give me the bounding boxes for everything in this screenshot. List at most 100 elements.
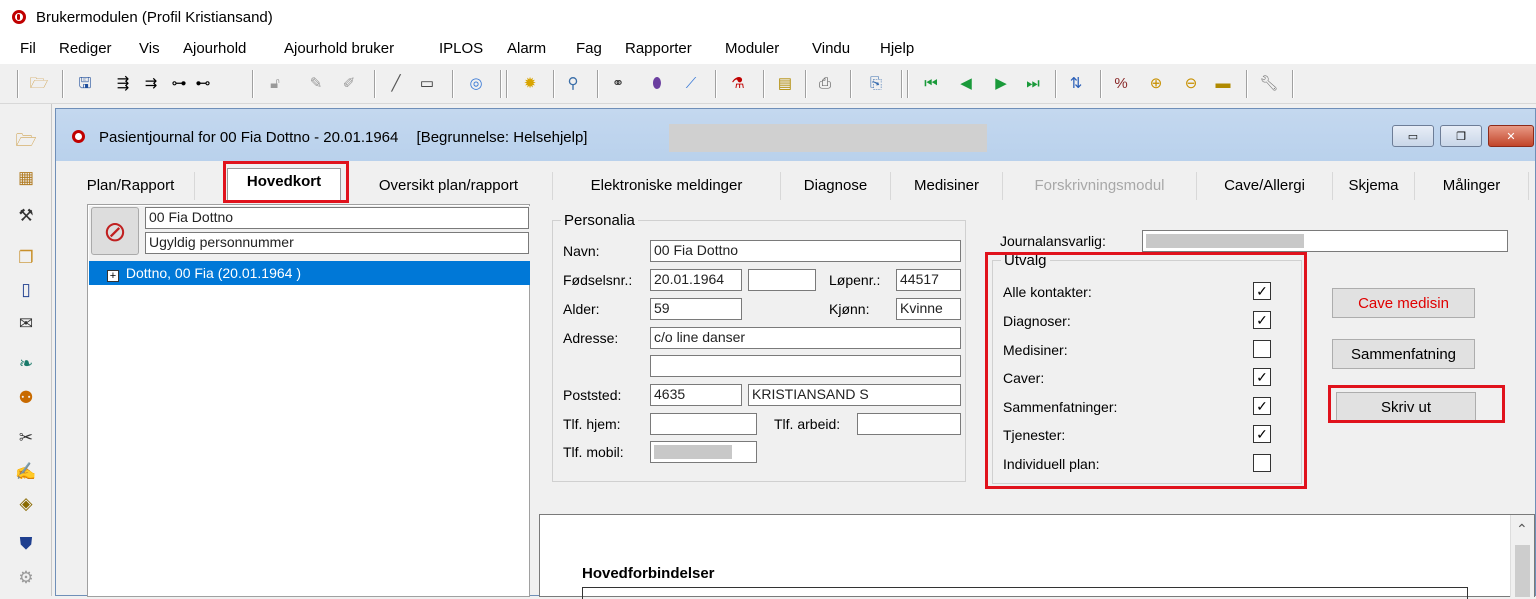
adresse2-field[interactable] xyxy=(650,355,961,377)
card-icon[interactable]: ▭ xyxy=(416,72,438,94)
tab-skjema[interactable]: Skjema xyxy=(1333,172,1415,200)
book-icon[interactable]: ❧ xyxy=(14,352,38,376)
journalansvarlig-field[interactable] xyxy=(1142,230,1508,252)
tab-plan-rapport[interactable]: Plan/Rapport xyxy=(67,172,195,200)
pens-icon[interactable]: ✐ xyxy=(338,72,360,94)
percent-icon[interactable]: % xyxy=(1110,72,1132,94)
tab-malinger[interactable]: Målinger xyxy=(1415,172,1529,200)
menu-iplos[interactable]: IPLOS xyxy=(439,40,483,57)
calendar-icon[interactable]: ▦ xyxy=(14,166,38,190)
ruler-icon[interactable]: ▬ xyxy=(1212,72,1234,94)
adresse1-field[interactable]: c/o line danser xyxy=(650,327,961,349)
light-icon[interactable]: ✹ xyxy=(519,72,541,94)
scroll-thumb[interactable] xyxy=(1515,545,1530,597)
pen-icon[interactable]: ✎ xyxy=(305,72,327,94)
zoom-in-icon[interactable]: ⊕ xyxy=(1145,72,1167,94)
fodselsnr-field[interactable]: 20.01.1964 xyxy=(650,269,742,291)
kjonn-field[interactable]: Kvinne xyxy=(896,298,961,320)
menu-hjelp[interactable]: Hjelp xyxy=(880,40,914,57)
tlf-hjem-label: Tlf. hjem: xyxy=(563,416,621,432)
menu-ajourhold[interactable]: Ajourhold xyxy=(183,40,246,57)
report-scrollbar[interactable]: ⌃ xyxy=(1510,515,1534,597)
tlf-arbeid-label: Tlf. arbeid: xyxy=(774,416,841,432)
journal-title: Pasientjournal for 00 Fia Dottno - 20.01… xyxy=(99,129,399,146)
fodselsnr-label: Fødselsnr.: xyxy=(563,272,633,288)
next-icon[interactable]: ▶ xyxy=(990,72,1012,94)
capsule-icon[interactable]: ⬮ xyxy=(646,72,668,94)
prev-icon[interactable]: ◀ xyxy=(955,72,977,94)
tools-icon[interactable]: ⚒ xyxy=(14,204,38,228)
edit-note-icon[interactable]: ✍ xyxy=(14,460,38,484)
pencil-icon[interactable]: ╱ xyxy=(385,72,407,94)
tree-indent-icon[interactable]: ⇉ xyxy=(140,72,162,94)
tlf-mobil-field[interactable] xyxy=(650,441,757,463)
fax-icon[interactable]: ⎘ xyxy=(865,72,887,94)
tree-node-icon[interactable]: ⊶ xyxy=(168,72,190,94)
alder-label: Alder: xyxy=(563,301,600,317)
personalia-legend: Personalia xyxy=(564,212,635,229)
child-title-bar: Pasientjournal for 00 Fia Dottno - 20.01… xyxy=(56,109,1535,161)
syringe-icon[interactable]: ⟋ xyxy=(680,72,702,94)
menu-rapporter[interactable]: Rapporter xyxy=(625,40,692,57)
pnr-status-display: Ugyldig personnummer xyxy=(145,232,529,254)
tree-branch-icon[interactable]: ⊷ xyxy=(192,72,214,94)
folder-icon[interactable]: 🗁 xyxy=(14,130,38,154)
lopenr-label: Løpenr.: xyxy=(829,272,881,288)
unlock-icon[interactable]: 🔓︎ xyxy=(264,72,286,94)
postnr-field[interactable]: 4635 xyxy=(650,384,742,406)
clipboard-icon[interactable]: ▯ xyxy=(14,278,38,302)
notes-icon[interactable]: ▤ xyxy=(774,72,796,94)
menu-rediger[interactable]: Rediger xyxy=(59,40,112,57)
tab-oversikt-plan-rapport[interactable]: Oversikt plan/rapport xyxy=(345,172,553,200)
restore-button[interactable]: ❐ xyxy=(1440,125,1482,147)
menu-moduler[interactable]: Moduler xyxy=(725,40,779,57)
menu-vindu[interactable]: Vindu xyxy=(812,40,850,57)
menu-ajourhold-bruker[interactable]: Ajourhold bruker xyxy=(284,40,394,57)
copy-icon[interactable]: ❐ xyxy=(14,246,38,270)
last-icon[interactable]: ⏭ xyxy=(1022,72,1044,94)
tree-expand-icon[interactable]: ⇶ xyxy=(112,72,134,94)
sammenfatning-button[interactable]: Sammenfatning xyxy=(1332,339,1475,369)
close-button[interactable]: ✕ xyxy=(1488,125,1534,147)
folder-open-icon[interactable]: 🗁 xyxy=(28,72,50,94)
scroll-up-icon[interactable]: ⌃ xyxy=(1516,521,1528,538)
alder-field[interactable]: 59 xyxy=(650,298,742,320)
navn-field[interactable]: 00 Fia Dottno xyxy=(650,240,961,262)
binoculars-icon[interactable]: ⚭ xyxy=(607,72,629,94)
first-icon[interactable]: ⏮ xyxy=(920,72,942,94)
cave-medisin-button[interactable]: Cave medisin xyxy=(1332,288,1475,318)
report-table xyxy=(582,587,1468,599)
highlight-box-utvalg xyxy=(985,252,1307,489)
cd-refresh-icon[interactable]: ◎ xyxy=(465,72,487,94)
fodselsnr2-field[interactable] xyxy=(748,269,816,291)
layers-icon[interactable]: ◈ xyxy=(14,492,38,516)
tlf-hjem-field[interactable] xyxy=(650,413,757,435)
menu-fag[interactable]: Fag xyxy=(576,40,602,57)
tree-item-patient[interactable]: + Dottno, 00 Fia (20.01.1964 ) xyxy=(89,261,530,285)
menu-alarm[interactable]: Alarm xyxy=(507,40,546,57)
microscope-icon[interactable]: ⚗ xyxy=(727,72,749,94)
menu-vis[interactable]: Vis xyxy=(139,40,160,57)
sort-icon[interactable]: ⇅ xyxy=(1065,72,1087,94)
settings-gear-icon[interactable]: ⚙ xyxy=(14,566,38,590)
wrench-icon[interactable]: 🔧︎ xyxy=(1258,72,1280,94)
link-icon[interactable]: ✂ xyxy=(14,426,38,450)
save-icon[interactable]: 🖫 xyxy=(74,72,96,94)
tab-medisiner[interactable]: Medisiner xyxy=(891,172,1003,200)
shield-icon[interactable]: ⛊ xyxy=(14,532,38,556)
highlight-box-hovedkort xyxy=(223,161,349,203)
print-icon[interactable]: ⎙ xyxy=(814,72,836,94)
menu-fil[interactable]: Fil xyxy=(20,40,36,57)
tab-cave-allergi[interactable]: Cave/Allergi xyxy=(1197,172,1333,200)
search-icon[interactable]: ⚲ xyxy=(562,72,584,94)
tab-diagnose[interactable]: Diagnose xyxy=(781,172,891,200)
tlf-arbeid-field[interactable] xyxy=(857,413,961,435)
zoom-out-icon[interactable]: ⊖ xyxy=(1180,72,1202,94)
tree-expand-icon[interactable]: + xyxy=(107,270,119,282)
lopenr-field[interactable]: 44517 xyxy=(896,269,961,291)
poststed-field[interactable]: KRISTIANSAND S xyxy=(748,384,961,406)
mail-icon[interactable]: ✉ xyxy=(14,312,38,336)
tab-elektroniske-meldinger[interactable]: Elektroniske meldinger xyxy=(553,172,781,200)
users-icon[interactable]: ⚉ xyxy=(14,386,38,410)
minimize-button[interactable]: ▭ xyxy=(1392,125,1434,147)
